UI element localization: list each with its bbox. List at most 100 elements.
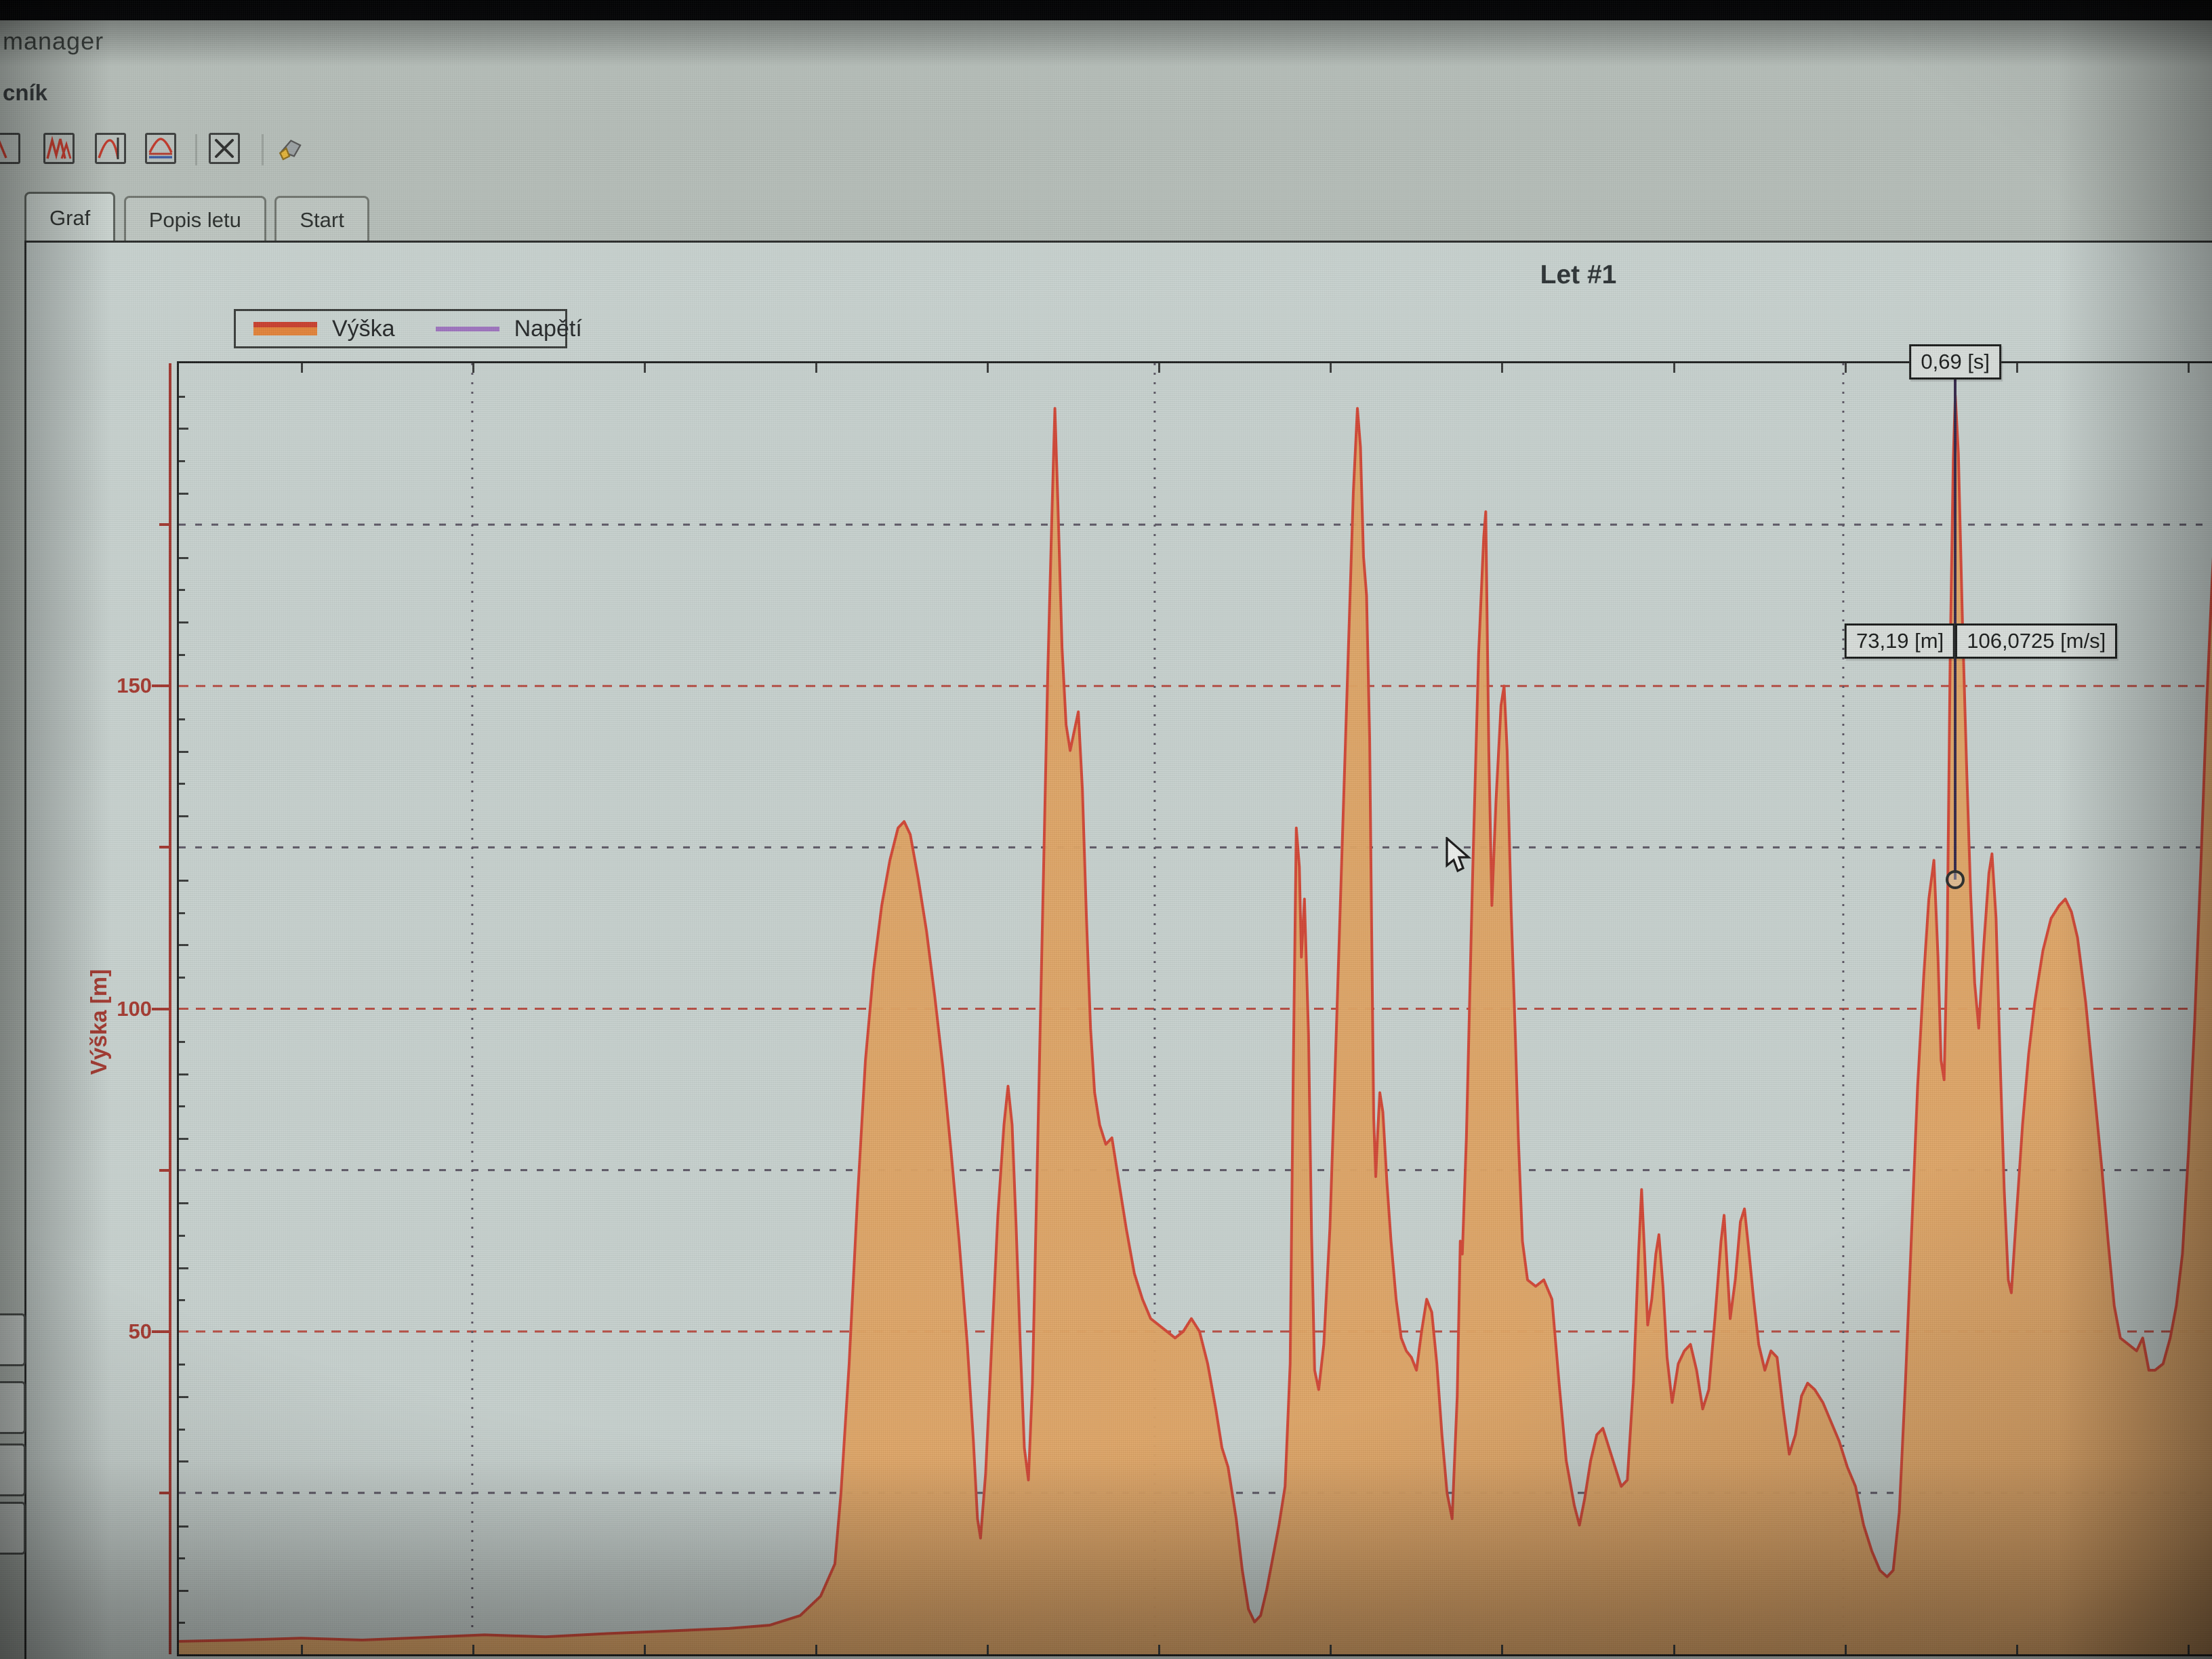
y-axis-minor-tick	[179, 977, 185, 979]
toolbar-button-2[interactable]	[43, 133, 75, 164]
chart-title: Let #1	[1436, 260, 1721, 290]
tab-start[interactable]: Start	[274, 196, 369, 241]
toolbar-button-1[interactable]	[0, 133, 20, 164]
y-axis-minor-tick	[179, 1202, 188, 1204]
y-axis-minor-tick	[179, 654, 185, 656]
x-axis-tick	[301, 363, 303, 373]
y-axis-minor-tick	[179, 1525, 188, 1528]
y-axis-tick	[159, 1492, 169, 1494]
y-axis-tick	[152, 1008, 169, 1010]
x-axis-tick	[1845, 1645, 1847, 1654]
x-axis-tick	[815, 363, 817, 373]
side-panel-box[interactable]	[0, 1381, 26, 1434]
x-axis-tick	[644, 1645, 646, 1654]
y-axis-minor-tick	[179, 557, 188, 559]
y-axis-minor-tick	[179, 815, 188, 817]
screen-bezel	[0, 0, 2212, 20]
y-axis-minor-tick	[179, 1235, 185, 1237]
y-axis-minor-tick	[179, 1460, 188, 1462]
tooltip-rate: 106,0725 [m/s]	[1955, 623, 2117, 659]
menu-item[interactable]: cník	[0, 80, 57, 106]
y-axis-minor-tick	[179, 912, 185, 914]
toolbar-separator	[262, 134, 264, 165]
legend-label: Výška	[332, 316, 395, 342]
toolbar-button-3[interactable]	[95, 133, 126, 164]
tab-bar: Graf Popis letu Start	[24, 192, 375, 242]
toolbar	[0, 133, 610, 171]
y-axis-minor-tick	[179, 1557, 185, 1559]
y-axis-minor-tick	[179, 1590, 188, 1592]
y-axis-minor-tick	[179, 944, 188, 946]
y-axis-minor-tick	[179, 493, 188, 495]
y-axis-minor-tick	[179, 718, 185, 720]
line-series-swatch-icon	[436, 327, 499, 331]
y-axis-minor-tick	[179, 880, 188, 882]
y-axis-tick	[152, 684, 169, 687]
y-axis-minor-tick	[179, 460, 185, 462]
chart-peak-partial-icon	[0, 135, 18, 162]
menu-bar: cník	[0, 76, 2212, 111]
x-axis-tick	[1330, 363, 1332, 373]
y-axis-tick	[159, 846, 169, 848]
x-axis-tick	[472, 363, 474, 373]
y-axis-minor-tick	[179, 1429, 185, 1431]
y-axis-tick	[159, 523, 169, 526]
x-axis-tick	[2188, 363, 2190, 373]
tooltip-height: 73,19 [m]	[1845, 623, 1955, 659]
altitude-area-chart	[179, 363, 2212, 1654]
y-axis-minor-tick	[179, 396, 185, 398]
close-x-icon	[211, 135, 238, 162]
toolbar-button-5[interactable]	[209, 133, 240, 164]
x-axis-tick	[987, 363, 989, 373]
y-axis-minor-tick	[179, 1073, 188, 1076]
plot-area[interactable]: Výška [m] 50100150 0,69 [s] 73,19 [m] 10…	[177, 361, 2212, 1656]
window-title: manager	[3, 27, 104, 56]
x-axis-tick	[2016, 363, 2018, 373]
side-panel-box[interactable]	[0, 1443, 26, 1496]
legend-label: Napětí	[514, 316, 582, 342]
tooltip-time: 0,69 [s]	[1909, 344, 2001, 380]
x-axis-tick	[1845, 363, 1847, 373]
y-axis-minor-tick	[179, 1105, 185, 1107]
toolbar-button-4[interactable]	[145, 133, 176, 164]
chart-legend: Výška Napětí	[234, 309, 567, 348]
toolbar-separator	[195, 134, 197, 165]
side-panel-box[interactable]	[0, 1313, 26, 1366]
chart-panel: Let #1 Výška Napětí Výška [m] 50100150 0…	[24, 241, 2212, 1659]
chart-two-peaks-icon	[45, 135, 73, 162]
y-axis-tick	[159, 1169, 169, 1172]
y-axis-minor-tick	[179, 589, 185, 591]
x-axis-tick	[1673, 1645, 1675, 1654]
y-tick-label: 100	[117, 997, 152, 1021]
x-axis-tick	[1158, 363, 1160, 373]
x-axis-tick	[2016, 1645, 2018, 1654]
area-series-swatch-icon	[253, 322, 317, 335]
y-axis-minor-tick	[179, 1267, 188, 1269]
y-tick-label: 50	[129, 1319, 152, 1344]
y-axis-minor-tick	[179, 428, 188, 430]
tab-graf[interactable]: Graf	[24, 192, 115, 241]
y-axis-minor-tick	[179, 621, 188, 623]
x-axis-tick	[1501, 1645, 1503, 1654]
x-axis-tick	[987, 1645, 989, 1654]
y-axis-minor-tick	[179, 1622, 185, 1624]
x-axis-tick	[644, 363, 646, 373]
tab-popis-letu[interactable]: Popis letu	[124, 196, 266, 241]
y-axis-title: Výška [m]	[86, 969, 112, 1075]
legend-item-vyska: Výška	[253, 316, 395, 342]
y-axis-minor-tick	[179, 783, 185, 785]
print-icon	[274, 133, 305, 164]
side-panel-box[interactable]	[0, 1502, 26, 1555]
y-axis-minor-tick	[179, 1299, 185, 1301]
y-axis-minor-tick	[179, 751, 188, 753]
x-axis-tick	[2188, 1645, 2190, 1654]
toolbar-button-6[interactable]	[274, 133, 305, 164]
x-axis-tick	[472, 1645, 474, 1654]
y-tick-label: 150	[117, 674, 152, 698]
x-axis-tick	[1330, 1645, 1332, 1654]
y-axis-tick	[152, 1330, 169, 1333]
y-axis-minor-tick	[179, 1041, 185, 1043]
marker-point[interactable]	[1946, 870, 1965, 889]
mouse-cursor-icon	[1443, 837, 1474, 878]
x-axis-tick	[1673, 363, 1675, 373]
